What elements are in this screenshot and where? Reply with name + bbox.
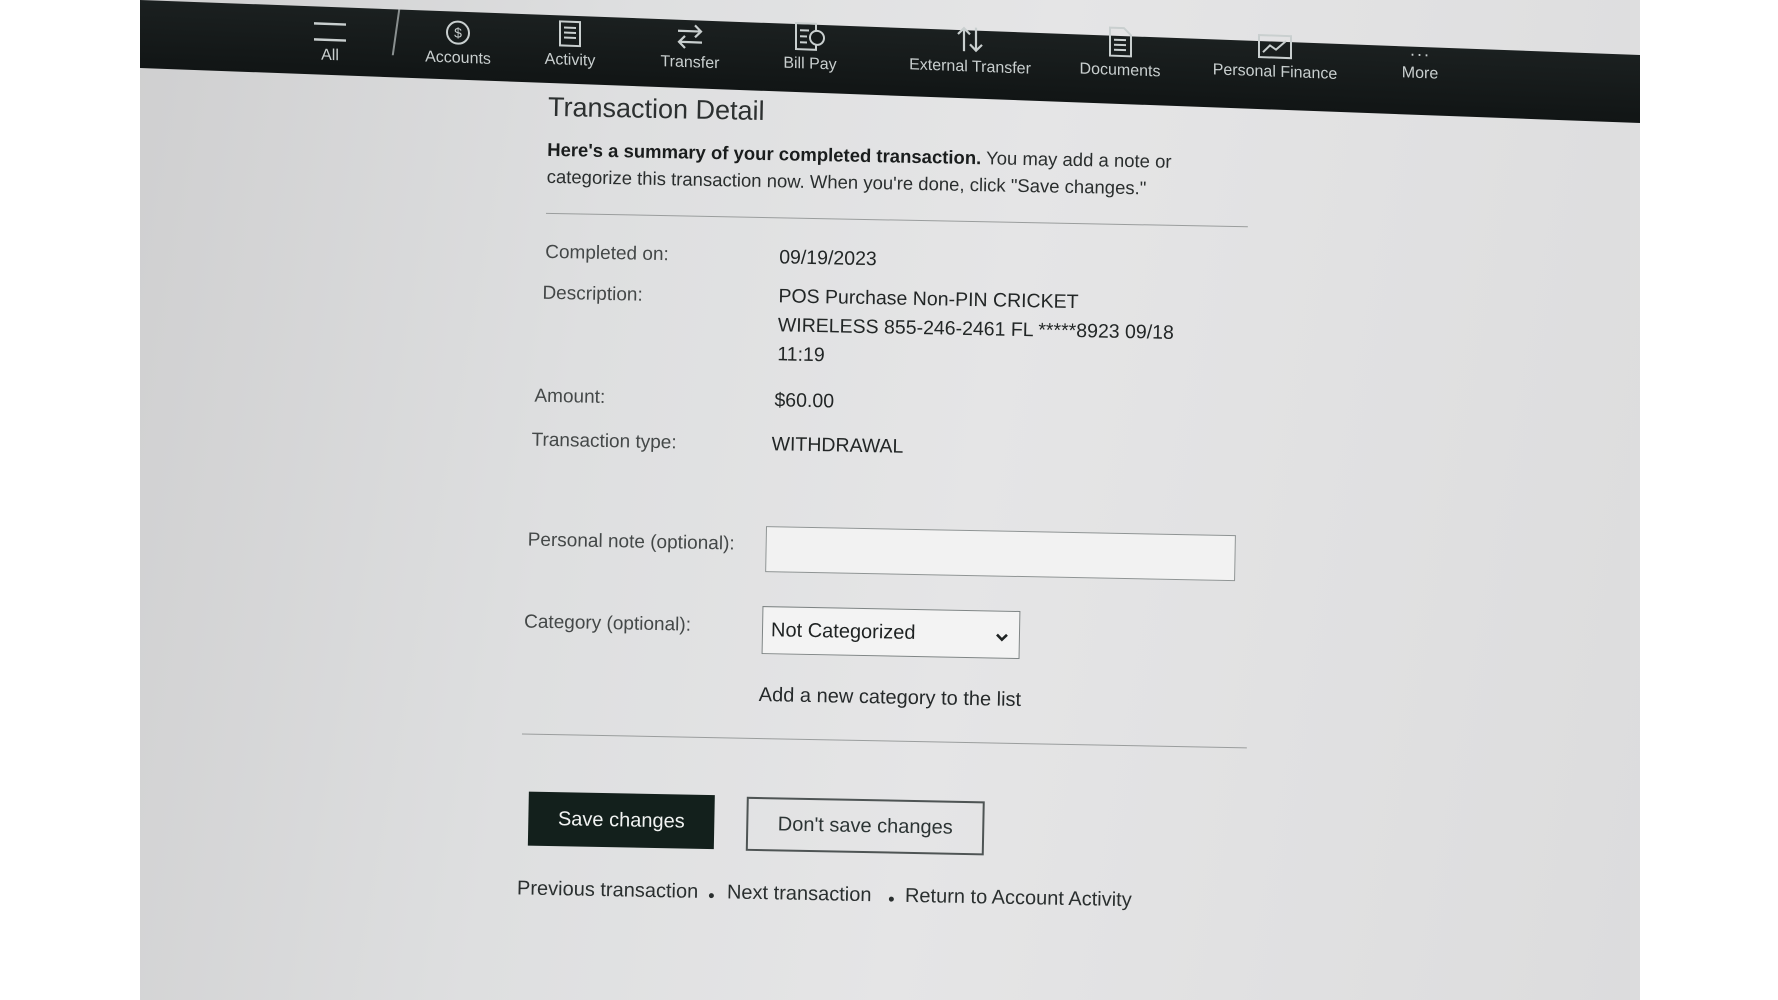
category-selected-value: Not Categorized <box>770 618 916 644</box>
intro-bold-text: Here's a summary of your completed trans… <box>547 138 982 169</box>
divider-top <box>545 212 1248 228</box>
page-title: Transaction Detail <box>547 91 765 127</box>
amount-label: Amount: <box>534 385 606 409</box>
divider-bottom <box>521 733 1247 749</box>
next-transaction-link[interactable]: Next transaction <box>727 881 872 907</box>
description-value: POS Purchase Non-PIN CRICKET WIRELESS 85… <box>777 282 1175 377</box>
description-label: Description: <box>542 282 643 306</box>
previous-transaction-link[interactable]: Previous transaction <box>517 877 699 903</box>
transaction-type-label: Transaction type: <box>531 429 677 454</box>
category-label: Category (optional): <box>523 611 692 636</box>
return-to-account-activity-link[interactable]: Return to Account Activity <box>905 885 1132 912</box>
transaction-type-value: WITHDRAWAL <box>771 433 904 458</box>
save-changes-button[interactable]: Save changes <box>527 791 715 850</box>
dont-save-changes-button[interactable]: Don't save changes <box>745 796 985 856</box>
separator-dot <box>708 893 714 899</box>
personal-note-input[interactable] <box>765 526 1236 582</box>
add-category-link[interactable]: Add a new category to the list <box>759 684 1022 712</box>
intro-text: Here's a summary of your completed trans… <box>546 136 1247 203</box>
screen: All $ Accounts Activity Transfer Bill Pa… <box>140 0 1640 1000</box>
category-select[interactable]: Not Categorized <box>761 606 1021 660</box>
amount-value: $60.00 <box>774 389 835 413</box>
chevron-down-icon <box>995 627 1009 650</box>
separator-dot <box>888 896 894 902</box>
transaction-detail-panel: Transaction Detail Here's a summary of y… <box>140 0 1640 1000</box>
personal-note-label: Personal note (optional): <box>527 529 735 555</box>
completed-on-value: 09/19/2023 <box>778 246 877 271</box>
completed-on-label: Completed on: <box>545 241 669 266</box>
